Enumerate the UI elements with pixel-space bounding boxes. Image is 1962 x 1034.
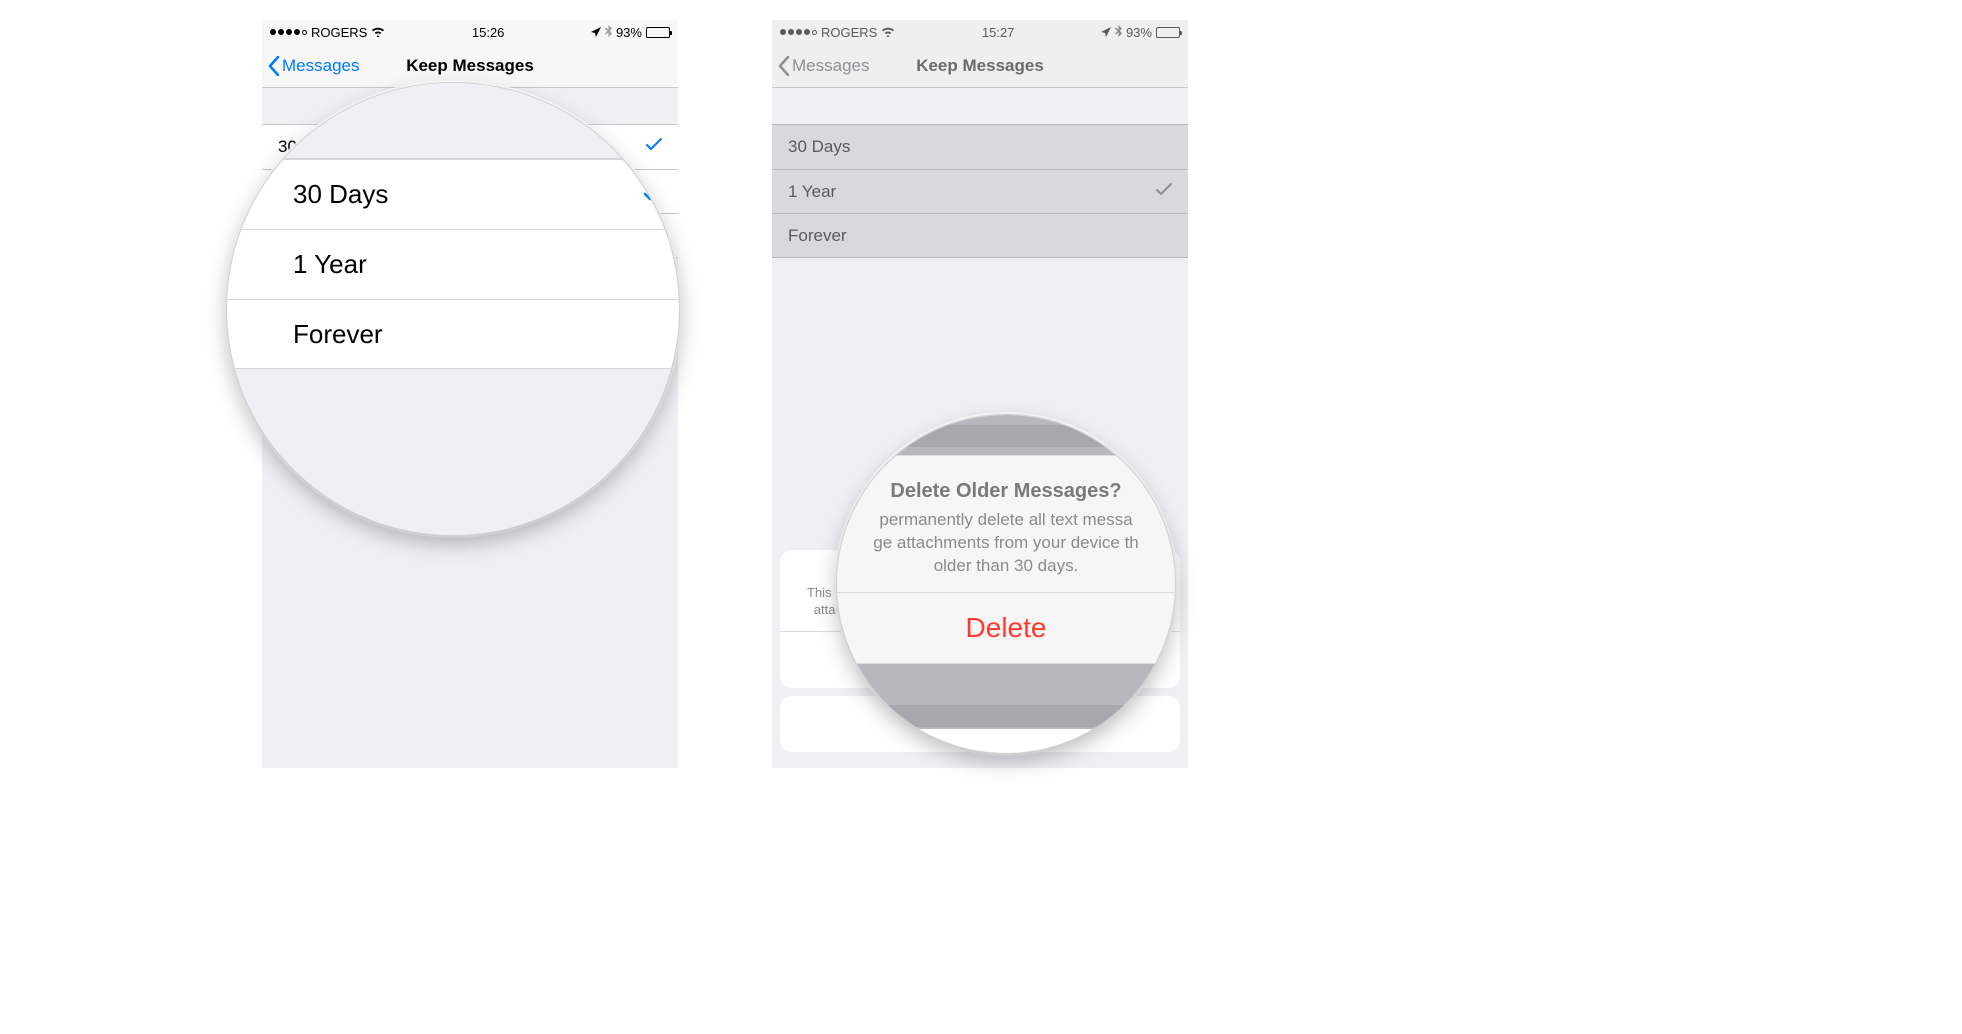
- magnified-action-sheet-title: Delete Older Messages?: [865, 480, 1147, 503]
- nav-bar: Messages Keep Messages: [262, 44, 678, 88]
- section-spacer: [772, 88, 1188, 124]
- option-label: 30 Days: [293, 179, 388, 210]
- magnifier-left: 30 Days 1 Year Forever: [226, 82, 680, 536]
- options-list: 30 Days 1 Year Forever: [772, 124, 1188, 258]
- back-button: Messages: [772, 56, 869, 76]
- carrier-label: ROGERS: [821, 25, 877, 40]
- magnified-option-forever[interactable]: Forever: [227, 299, 679, 369]
- nav-bar: Messages Keep Messages: [772, 44, 1188, 88]
- option-30-days: 30 Days: [772, 125, 1188, 169]
- magnified-action-sheet-msg: permanently delete all text messa ge att…: [865, 509, 1147, 578]
- clock-label: 15:26: [472, 25, 505, 40]
- checkmark-icon: [643, 179, 665, 210]
- location-icon: [1101, 25, 1111, 40]
- status-bar: ROGERS 15:26 93%: [262, 20, 678, 44]
- bluetooth-icon: [605, 25, 612, 40]
- magnifier-right: Delete Older Messages? permanently delet…: [836, 414, 1176, 754]
- option-1-year: 1 Year: [772, 169, 1188, 213]
- option-label: Forever: [293, 319, 383, 350]
- status-bar: ROGERS 15:27 93%: [772, 20, 1188, 44]
- signal-dots-icon: [780, 29, 817, 35]
- option-label: 1 Year: [788, 182, 836, 202]
- bluetooth-icon: [1115, 25, 1122, 40]
- magnified-cancel-stub: [867, 729, 1145, 753]
- option-forever: Forever: [772, 213, 1188, 257]
- option-label: 30 Days: [788, 137, 850, 157]
- magnified-action-sheet: Delete Older Messages? permanently delet…: [837, 455, 1175, 664]
- signal-dots-icon: [270, 29, 307, 35]
- checkmark-icon: [1156, 182, 1172, 202]
- wifi-icon: [371, 25, 385, 40]
- delete-button-label: Delete: [966, 612, 1047, 644]
- magnified-option-1-year[interactable]: 1 Year: [227, 229, 679, 299]
- chevron-left-icon: [268, 56, 280, 76]
- back-label: Messages: [792, 56, 869, 76]
- chevron-left-icon: [778, 56, 790, 76]
- back-button[interactable]: Messages: [262, 56, 359, 76]
- option-label: Forever: [788, 226, 847, 246]
- location-icon: [591, 25, 601, 40]
- back-label: Messages: [282, 56, 359, 76]
- battery-icon: [1156, 27, 1180, 38]
- option-label: 1 Year: [293, 249, 367, 280]
- clock-label: 15:27: [982, 25, 1015, 40]
- magnified-delete-button[interactable]: Delete: [837, 593, 1175, 663]
- battery-icon: [646, 27, 670, 38]
- wifi-icon: [881, 25, 895, 40]
- magnified-option-30-days[interactable]: 30 Days: [227, 159, 679, 229]
- carrier-label: ROGERS: [311, 25, 367, 40]
- battery-pct-label: 93%: [616, 25, 642, 40]
- battery-pct-label: 93%: [1126, 25, 1152, 40]
